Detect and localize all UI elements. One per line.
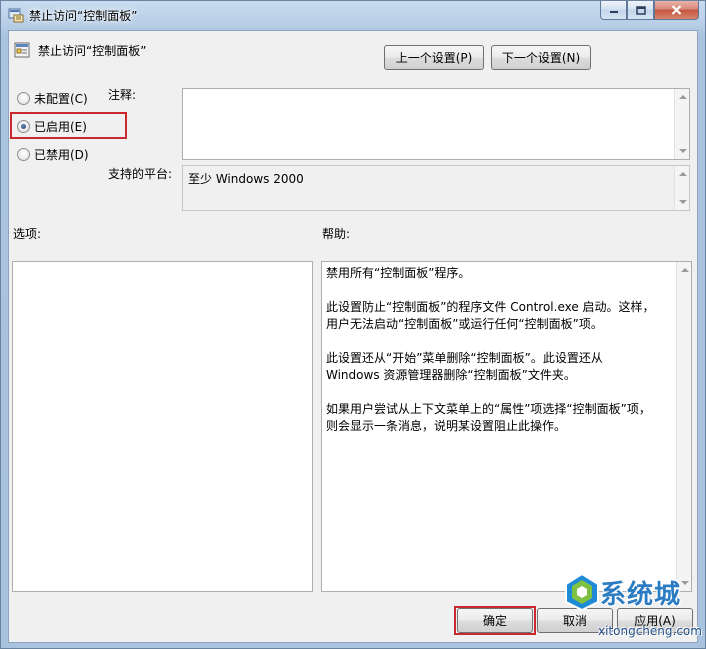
scroll-down-icon[interactable] <box>679 149 687 153</box>
help-line: 如果用户尝试从上下文菜单上的“属性”项选择“控制面板”项， <box>326 402 651 416</box>
setting-name: 禁止访问“控制面板” <box>38 44 147 58</box>
comment-label: 注释: <box>108 88 137 102</box>
options-label: 选项: <box>13 227 42 241</box>
maximize-icon <box>635 5 646 15</box>
maximize-button[interactable] <box>627 1 654 20</box>
watermark: 系统城 xitongcheng.com <box>560 566 706 649</box>
close-button[interactable] <box>654 1 699 20</box>
help-line <box>326 282 676 299</box>
radio-disabled[interactable]: 已禁用(D) <box>17 146 89 162</box>
watermark-url: xitongcheng.com <box>598 624 702 638</box>
radio-not-configured-label: 未配置(C) <box>34 91 88 106</box>
comment-textarea[interactable] <box>182 88 690 160</box>
help-line: Windows 资源管理器删除“控制面板”文件夹。 <box>326 368 576 382</box>
watermark-text: 系统城 <box>600 580 682 610</box>
scroll-up-icon[interactable] <box>681 268 689 272</box>
radio-not-configured-button[interactable] <box>17 91 30 105</box>
radio-enabled-button[interactable] <box>17 119 30 133</box>
help-text: 禁用所有“控制面板”程序。 此设置防止“控制面板”的程序文件 Control.e… <box>326 265 676 435</box>
platform-value: 至少 Windows 2000 <box>188 172 304 186</box>
radio-enabled-label: 已启用(E) <box>34 119 87 134</box>
platform-label: 支持的平台: <box>108 167 173 181</box>
help-line: 则会显示一条消息，说明某设置阻止此操作。 <box>326 419 567 433</box>
previous-setting-button[interactable]: 上一个设置(P) <box>384 45 484 70</box>
help-line <box>326 384 676 401</box>
scroll-up-icon[interactable] <box>679 95 687 99</box>
next-setting-button[interactable]: 下一个设置(N) <box>491 45 591 70</box>
options-panel[interactable] <box>12 261 313 592</box>
window-controls <box>600 1 699 20</box>
ok-highlight-box <box>454 606 536 635</box>
platform-field: 至少 Windows 2000 <box>182 165 690 211</box>
window-title: 禁止访问“控制面板” <box>29 9 138 23</box>
dialog-body: 禁止访问“控制面板” 上一个设置(P) 下一个设置(N) 未配置(C) 已启用(… <box>8 30 698 643</box>
help-line: 此设置还从“开始”菜单删除“控制面板”。此设置还从 <box>326 351 603 365</box>
radio-disabled-button[interactable] <box>17 147 30 161</box>
help-line <box>326 333 676 350</box>
title-bar[interactable]: 禁止访问“控制面板” <box>1 1 705 29</box>
scroll-down-icon[interactable] <box>679 200 687 204</box>
radio-enabled[interactable]: 已启用(E) <box>17 118 87 134</box>
close-icon <box>671 5 682 15</box>
minimize-button[interactable] <box>600 1 627 20</box>
radio-disabled-label: 已禁用(D) <box>34 147 89 162</box>
minimize-icon <box>609 11 618 13</box>
help-label: 帮助: <box>322 227 351 241</box>
platform-scrollbar[interactable] <box>674 166 689 210</box>
radio-not-configured[interactable]: 未配置(C) <box>17 90 88 106</box>
watermark-logo-icon <box>565 572 599 612</box>
help-line: 此设置防止“控制面板”的程序文件 Control.exe 启动。这样， <box>326 300 655 314</box>
policy-settings-icon <box>8 8 24 23</box>
comment-scrollbar[interactable] <box>674 89 689 159</box>
scroll-up-icon[interactable] <box>679 172 687 176</box>
policy-dialog-window: 禁止访问“控制面板” 禁止访问“控制面板” 上一个设置(P) 下一个设置(N) <box>0 0 706 649</box>
setting-icon <box>14 42 30 58</box>
help-line: 禁用所有“控制面板”程序。 <box>326 266 471 280</box>
help-scrollbar[interactable] <box>676 262 691 591</box>
help-panel[interactable]: 禁用所有“控制面板”程序。 此设置防止“控制面板”的程序文件 Control.e… <box>321 261 692 592</box>
help-line: 用户无法启动“控制面板”或运行任何“控制面板”项。 <box>326 317 603 331</box>
